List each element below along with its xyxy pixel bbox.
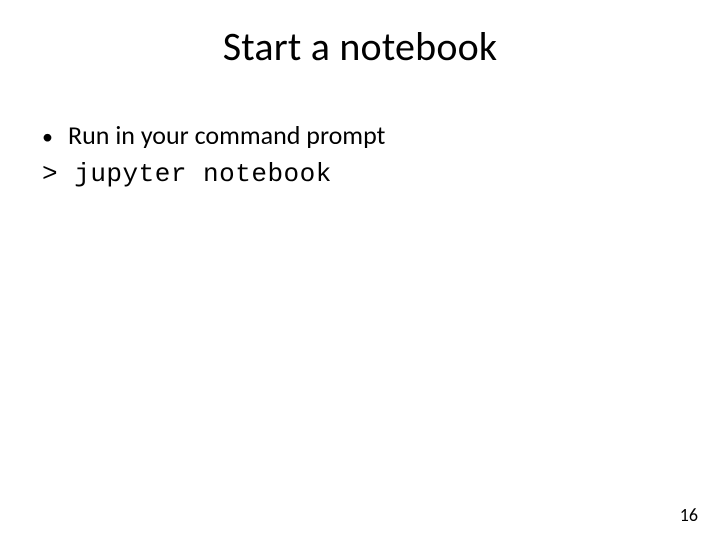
slide-content: • Run in your command prompt > jupyter n… [42,118,678,192]
slide-title: Start a notebook [0,22,720,71]
code-command: jupyter notebook [74,159,332,189]
bullet-icon: • [42,120,68,153]
bullet-item: • Run in your command prompt [42,118,678,153]
bullet-text: Run in your command prompt [68,118,385,153]
code-prompt: > [42,159,58,189]
slide: Start a notebook • Run in your command p… [0,0,720,540]
page-number: 16 [680,504,698,526]
code-line: > jupyter notebook [42,157,678,192]
